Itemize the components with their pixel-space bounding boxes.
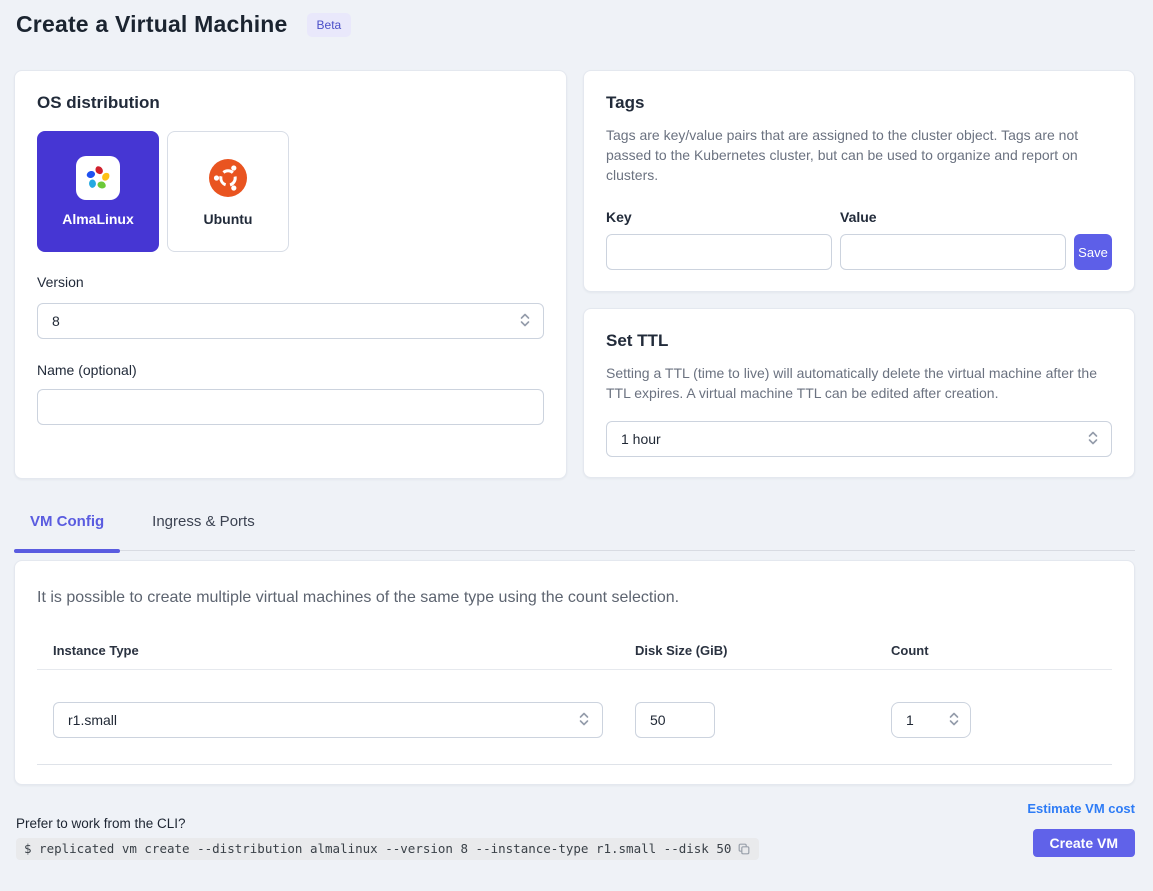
os-distribution-card: OS distribution AlmaLinux [14,70,567,479]
tags-card-title: Tags [606,93,1112,113]
ttl-card-description: Setting a TTL (time to live) will automa… [606,363,1112,403]
instance-type-value: r1.small [68,712,117,728]
count-field: 1 [891,702,971,738]
tab-vm-config[interactable]: VM Config [14,506,120,550]
create-vm-page: Create a Virtual Machine Beta OS distrib… [0,0,1153,891]
config-tabs: VM Config Ingress & Ports [14,506,1135,551]
tag-value-input[interactable] [840,234,1066,270]
tag-value-field: Value [840,209,1066,270]
version-select[interactable]: 8 [37,303,544,339]
os-tile-almalinux[interactable]: AlmaLinux [37,131,159,252]
os-card-title: OS distribution [37,93,544,113]
column-header-instance-type: Instance Type [53,643,603,658]
vm-config-table-headers: Instance Type Disk Size (GiB) Count [53,643,1112,658]
beta-badge: Beta [307,13,352,37]
tag-key-label: Key [606,209,832,225]
set-ttl-card: Set TTL Setting a TTL (time to live) wil… [583,308,1135,478]
version-select-value: 8 [52,313,60,329]
save-tag-button[interactable]: Save [1074,234,1112,270]
vm-config-intro: It is possible to create multiple virtua… [37,589,1112,607]
vm-config-row: r1.small 1 [53,702,1112,738]
os-tile-ubuntu-label: Ubuntu [204,211,253,227]
os-tiles: AlmaLinux Ubuntu [37,131,544,252]
create-vm-button[interactable]: Create VM [1033,829,1135,857]
count-value: 1 [906,712,914,728]
ttl-card-title: Set TTL [606,331,1112,351]
copy-icon[interactable] [737,842,751,856]
column-header-count: Count [891,643,1112,658]
count-stepper[interactable]: 1 [891,702,971,738]
vm-config-card: It is possible to create multiple virtua… [14,560,1135,785]
cli-block: Prefer to work from the CLI? $ replicate… [16,816,759,860]
chevron-up-down-icon [519,312,531,331]
tags-card: Tags Tags are key/value pairs that are a… [583,70,1135,292]
tag-key-field: Key [606,209,832,270]
ttl-select[interactable]: 1 hour [606,421,1112,457]
disk-size-field [635,702,715,738]
cli-prompt-text: Prefer to work from the CLI? [16,816,759,831]
tags-form: Key Value Save [606,209,1112,270]
page-title: Create a Virtual Machine [16,11,288,38]
table-header-divider [37,669,1112,670]
cli-command-text: $ replicated vm create --distribution al… [24,841,731,856]
ttl-select-value: 1 hour [621,431,661,447]
name-label: Name (optional) [37,362,544,378]
tag-value-label: Value [840,209,1066,225]
instance-type-select[interactable]: r1.small [53,702,603,738]
cli-code-row: $ replicated vm create --distribution al… [16,838,759,860]
ubuntu-icon [206,156,250,200]
tag-key-input[interactable] [606,234,832,270]
page-header: Create a Virtual Machine Beta [16,11,351,38]
name-input[interactable] [37,389,544,425]
estimate-vm-cost-link[interactable]: Estimate VM cost [1027,801,1135,816]
os-tile-almalinux-label: AlmaLinux [62,211,134,227]
tab-ingress-ports[interactable]: Ingress & Ports [128,506,279,550]
disk-size-input[interactable] [635,702,715,738]
column-header-disk-size: Disk Size (GiB) [635,643,891,658]
chevron-up-down-icon [948,711,960,730]
tags-card-description: Tags are key/value pairs that are assign… [606,125,1112,185]
chevron-up-down-icon [578,711,590,730]
table-bottom-divider [37,764,1112,765]
almalinux-icon [76,156,120,200]
os-tile-ubuntu[interactable]: Ubuntu [167,131,289,252]
version-label: Version [37,274,544,290]
chevron-up-down-icon [1087,430,1099,449]
